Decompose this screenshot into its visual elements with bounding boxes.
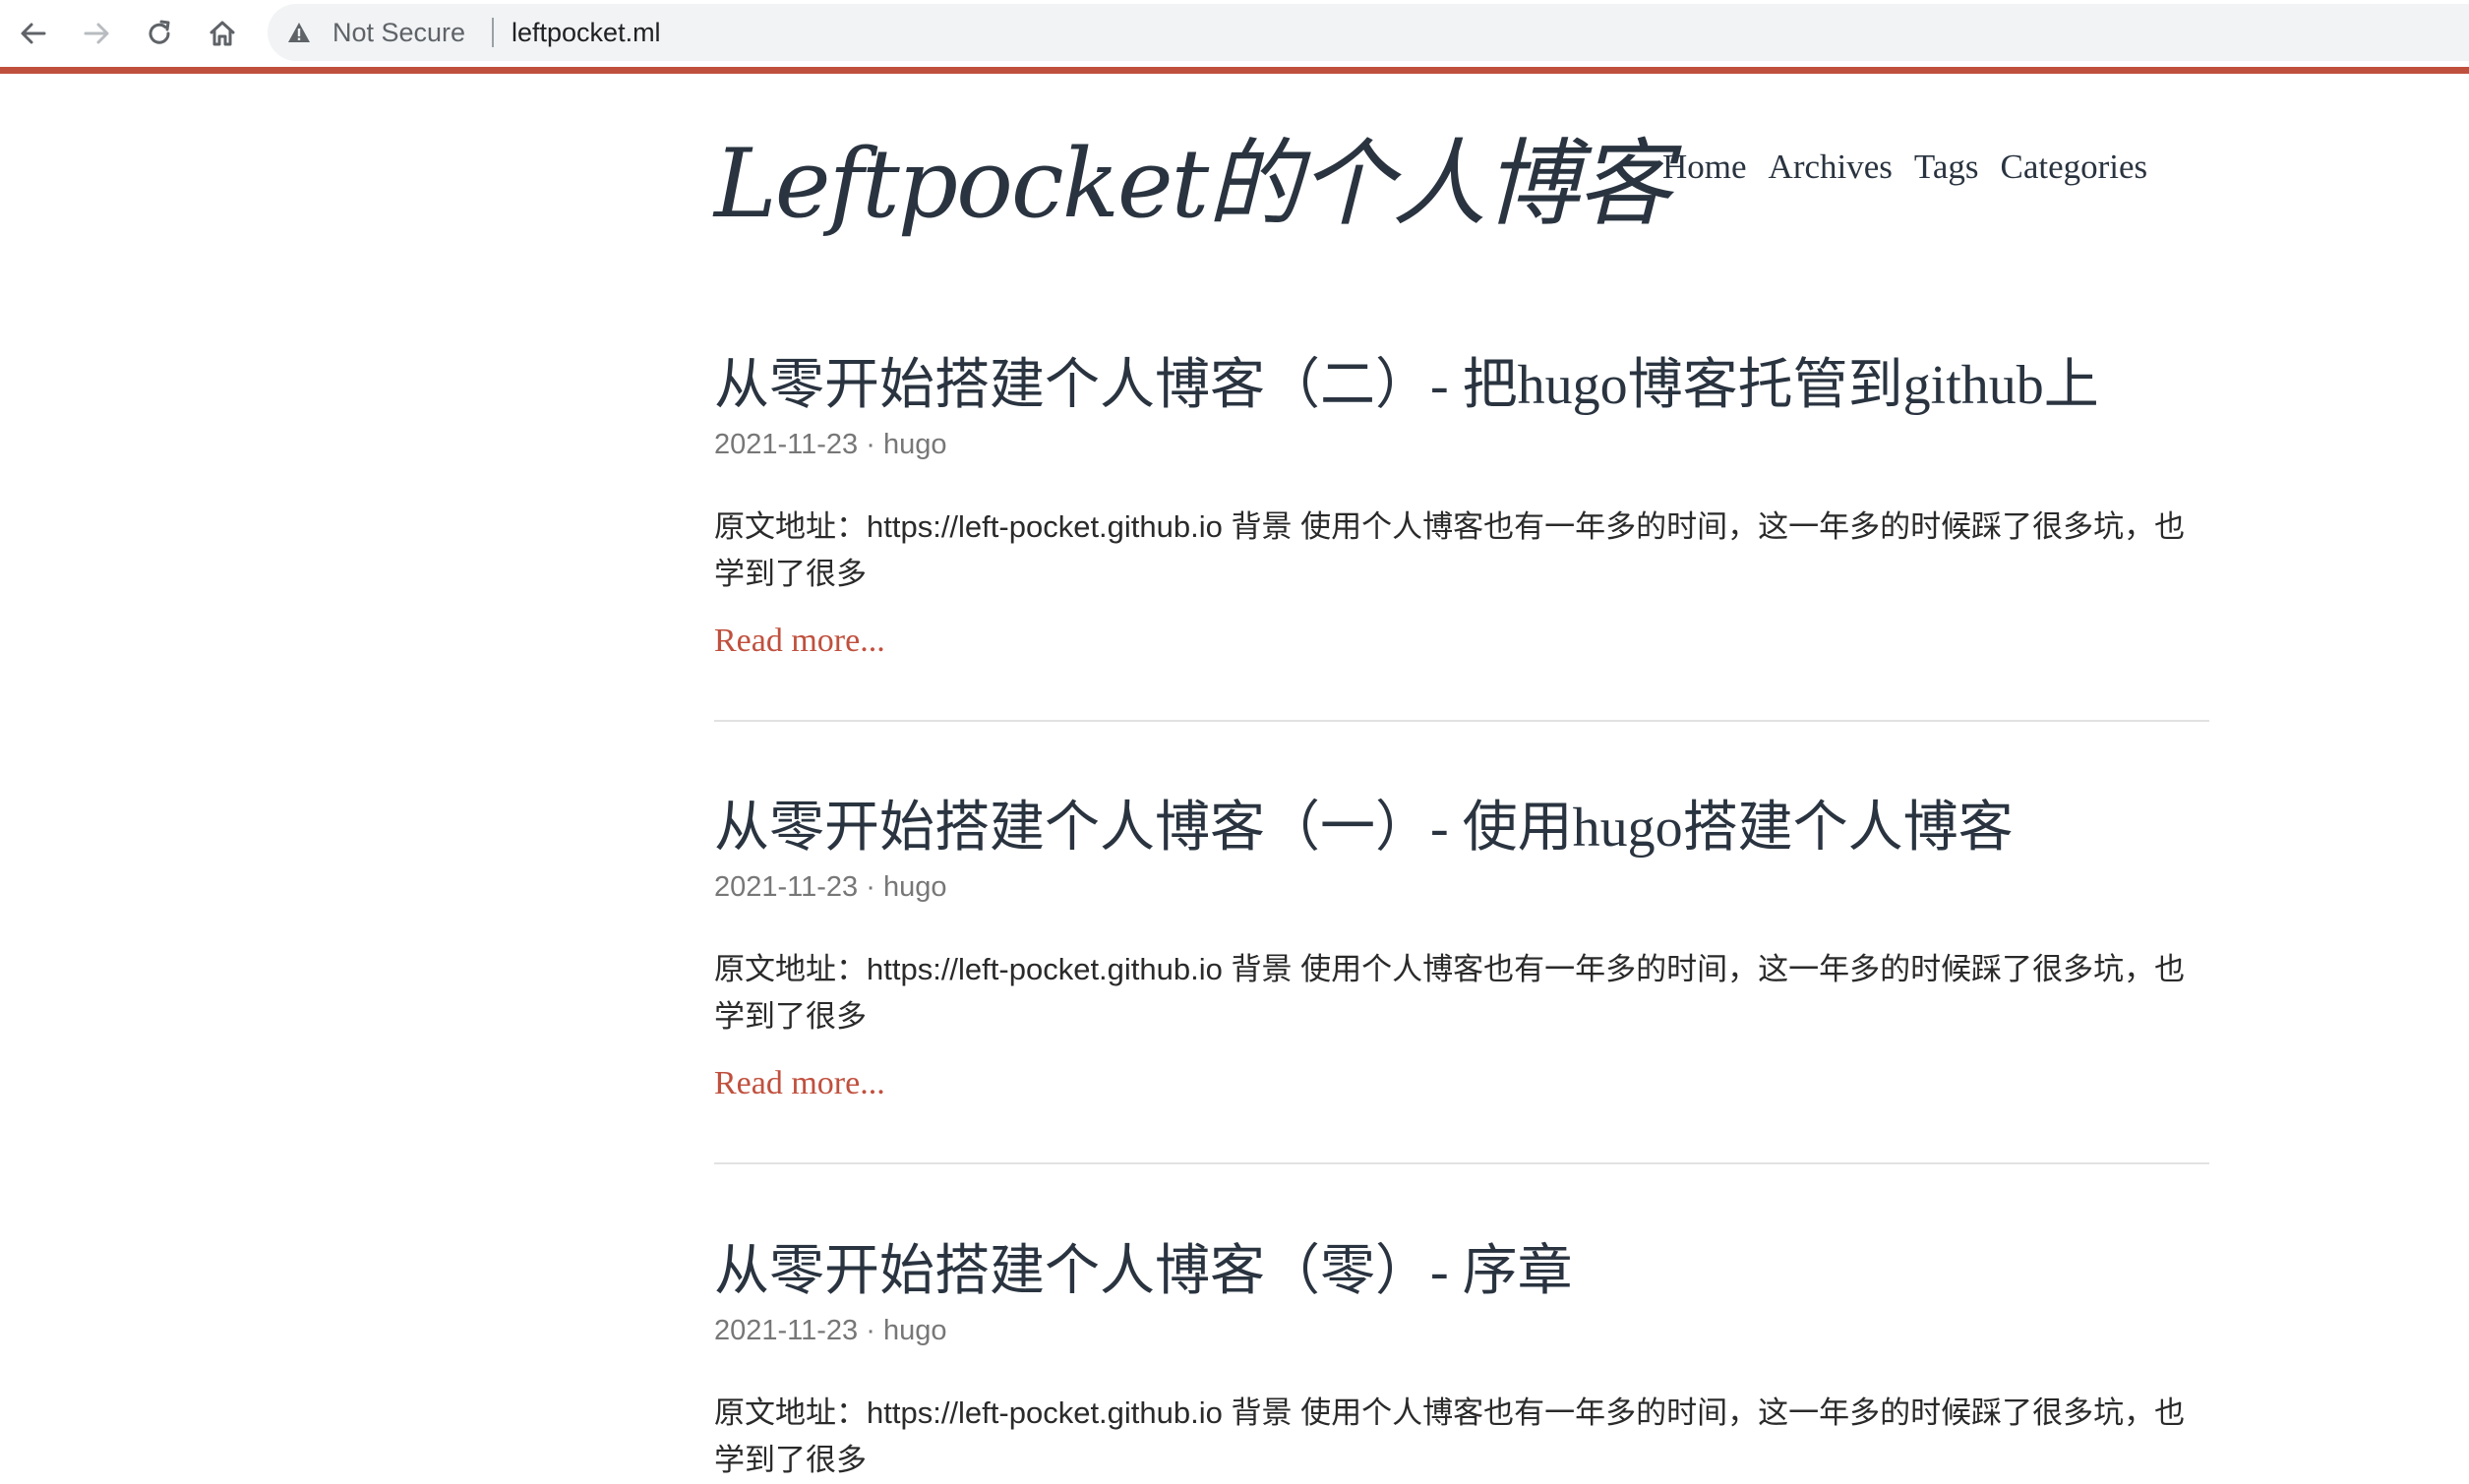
post-divider	[714, 1162, 2209, 1164]
security-status-label[interactable]: Not Secure	[332, 4, 465, 61]
meta-separator: ·	[858, 871, 883, 903]
post-title-link[interactable]: 从零开始搭建个人博客（一）- 使用hugo搭建个人博客	[714, 789, 2014, 867]
nav-tags-link[interactable]: Tags	[1914, 148, 1979, 197]
post-title-link[interactable]: 从零开始搭建个人博客（二）- 把hugo博客托管到github上	[714, 346, 2099, 425]
post-category-link[interactable]: hugo	[883, 1315, 947, 1346]
warning-icon[interactable]	[287, 22, 311, 43]
post-category-link[interactable]: hugo	[883, 871, 947, 903]
browser-toolbar: Not Secure leftpocket.ml	[0, 0, 2469, 67]
post-title-link[interactable]: 从零开始搭建个人博客（零）- 序章	[714, 1232, 1573, 1311]
post-meta: 2021-11-23 · hugo	[714, 867, 947, 907]
address-bar[interactable]: Not Secure leftpocket.ml	[268, 4, 2469, 61]
post-summary: 原文地址：https://left-pocket.github.io 背景 使用…	[714, 1395, 2186, 1477]
back-button[interactable]	[12, 12, 55, 55]
header-accent-bar	[0, 67, 2469, 74]
post-divider	[714, 720, 2209, 722]
url-text[interactable]: leftpocket.ml	[512, 4, 661, 61]
nav-home-link[interactable]: Home	[1662, 148, 1747, 197]
post-meta: 2021-11-23 · hugo	[714, 1311, 947, 1350]
address-separator	[492, 18, 494, 47]
post-meta: 2021-11-23 · hugo	[714, 425, 947, 464]
nav-categories-link[interactable]: Categories	[2001, 148, 2148, 197]
post-category-link[interactable]: hugo	[883, 429, 947, 460]
post-summary: 原文地址：https://left-pocket.github.io 背景 使用…	[714, 952, 2186, 1034]
post-summary: 原文地址：https://left-pocket.github.io 背景 使用…	[714, 509, 2186, 591]
post-date: 2021-11-23	[714, 871, 859, 903]
home-button[interactable]	[201, 12, 244, 55]
site-nav: Home Archives Tags Categories	[1662, 148, 2147, 197]
read-more-link[interactable]: Read more...	[714, 1059, 885, 1108]
post-date: 2021-11-23	[714, 429, 859, 460]
reload-button[interactable]	[138, 12, 181, 55]
site-title[interactable]: Leftpocket的个人博客	[714, 110, 1671, 258]
arrow-left-icon	[21, 23, 46, 44]
arrow-right-icon	[84, 23, 109, 44]
forward-button[interactable]	[75, 12, 118, 55]
meta-separator: ·	[858, 1315, 883, 1346]
meta-separator: ·	[858, 429, 883, 460]
post-date: 2021-11-23	[714, 1315, 859, 1346]
home-icon	[210, 21, 235, 46]
read-more-link[interactable]: Read more...	[714, 617, 885, 666]
nav-archives-link[interactable]: Archives	[1769, 148, 1893, 197]
reload-icon	[149, 20, 170, 44]
